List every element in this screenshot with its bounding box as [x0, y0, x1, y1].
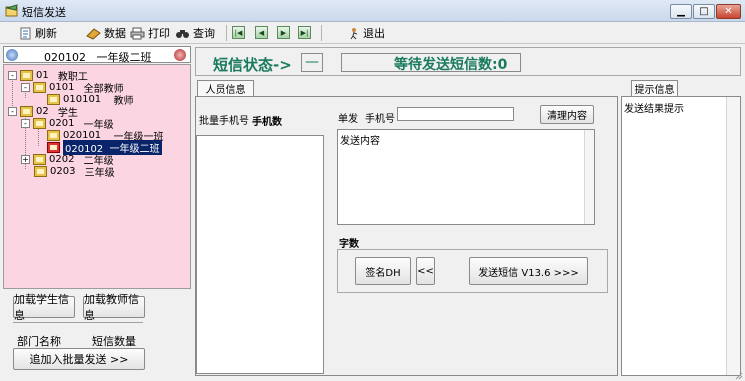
- hint-panel: [621, 96, 741, 376]
- folder-icon: [34, 165, 47, 177]
- selected-class: 020102 一年级二班: [44, 49, 152, 65]
- pending-count: 等待发送短信数:0: [394, 57, 508, 73]
- phone-number-label: 手机号: [365, 114, 395, 125]
- node-code: 02: [36, 105, 49, 117]
- data-label: 数据: [104, 27, 126, 40]
- maximize-icon: □: [699, 5, 709, 17]
- collapse-icon[interactable]: -: [21, 118, 30, 128]
- batch-phone-list[interactable]: [196, 135, 324, 374]
- tree-node[interactable]: - 01 教职工: [8, 69, 88, 83]
- resize-grip-icon[interactable]: [733, 370, 743, 380]
- exit-icon: [350, 27, 358, 39]
- class-selector[interactable]: 020102 一年级二班: [3, 46, 191, 65]
- nav-prev-button[interactable]: ◀: [255, 26, 268, 39]
- signature-button[interactable]: 签名DH: [355, 257, 411, 285]
- class-code: 020102: [44, 51, 86, 64]
- minimize-button[interactable]: ▁: [670, 4, 692, 19]
- query-button[interactable]: 查询: [175, 25, 215, 41]
- dept-name-header: 部门名称: [17, 335, 61, 348]
- sms-status-value: —: [301, 53, 323, 72]
- back-button[interactable]: <<: [416, 257, 435, 285]
- node-name: 教师: [113, 95, 134, 107]
- send-sms-button[interactable]: 发送短信 V13.6 >>>: [469, 257, 588, 285]
- prev-record-icon: ◀: [258, 28, 265, 37]
- phone-count-label: 手机数: [252, 117, 282, 128]
- folder-icon: [47, 129, 60, 141]
- folder-icon: [33, 117, 46, 129]
- print-label: 打印: [148, 27, 170, 40]
- node-code: 0203: [50, 165, 76, 177]
- divider: [13, 322, 143, 323]
- data-icon: [86, 27, 101, 40]
- expand-icon[interactable]: +: [21, 154, 30, 164]
- data-button[interactable]: 数据: [86, 25, 126, 41]
- folder-icon: [33, 153, 46, 165]
- org-tree: - 01 教职工 - 0101 全部教师 010101 教师 - 02 学生 -…: [3, 64, 191, 289]
- app-icon: [5, 4, 18, 17]
- toolbar-separator: [321, 25, 322, 41]
- printer-icon: [130, 27, 145, 39]
- first-record-icon: |◀: [234, 28, 243, 37]
- add-to-batch-button[interactable]: 追加入批量发送 >>: [13, 348, 145, 370]
- content-scrollbar[interactable]: [584, 130, 594, 224]
- tree-node[interactable]: - 02 学生: [8, 105, 78, 119]
- print-button[interactable]: 打印: [130, 25, 170, 41]
- single-send-label: 单发: [338, 114, 358, 125]
- nav-last-button[interactable]: ▶|: [298, 26, 311, 39]
- binoculars-icon: [176, 29, 189, 38]
- tab-people-info[interactable]: 人员信息: [197, 80, 254, 96]
- class-icon: [6, 49, 18, 61]
- clear-content-button[interactable]: 清理内容: [540, 105, 594, 124]
- node-code: 0201: [49, 117, 75, 129]
- node-code: 0202: [49, 153, 75, 165]
- send-result-hint: 发送结果提示: [624, 104, 684, 115]
- selected-folder-icon: [47, 141, 60, 153]
- query-label: 查询: [193, 27, 215, 40]
- message-content-text: 发送内容: [340, 136, 380, 147]
- folder-icon: [33, 81, 46, 93]
- collapse-icon[interactable]: -: [8, 70, 17, 80]
- title-bar: 短信发送 ▁ □ ✕: [0, 0, 745, 22]
- hint-scrollbar[interactable]: [726, 97, 740, 375]
- tab-hint-info[interactable]: 提示信息: [631, 80, 678, 96]
- exit-label: 退出: [363, 27, 385, 40]
- batch-phone-label: 批量手机号: [199, 116, 249, 127]
- sms-status-label: 短信状态->: [213, 56, 292, 74]
- node-name: 一年级二班: [109, 143, 160, 155]
- last-record-icon: ▶|: [300, 28, 309, 37]
- toolbar: 刷新 数据 打印 查询 |◀ ◀ ▶ ▶| 退出: [0, 22, 745, 44]
- node-code: 0101: [49, 81, 75, 93]
- clear-class-icon[interactable]: [174, 49, 186, 61]
- refresh-button[interactable]: 刷新: [20, 25, 57, 41]
- minimize-icon: ▁: [677, 5, 685, 17]
- node-name: 三年级: [84, 167, 115, 179]
- refresh-icon: [20, 27, 31, 39]
- toolbar-separator: [226, 25, 227, 41]
- maximize-button[interactable]: □: [693, 4, 715, 19]
- refresh-label: 刷新: [35, 27, 57, 40]
- window-title: 短信发送: [22, 6, 66, 19]
- folder-icon: [20, 69, 33, 81]
- nav-next-button[interactable]: ▶: [277, 26, 290, 39]
- nav-first-button[interactable]: |◀: [232, 26, 245, 39]
- collapse-icon[interactable]: -: [21, 82, 30, 92]
- tree-node[interactable]: - 0201 一年级: [21, 117, 114, 131]
- tree-node[interactable]: - 0101 全部教师: [21, 81, 124, 95]
- close-button[interactable]: ✕: [716, 4, 741, 19]
- close-icon: ✕: [724, 5, 733, 17]
- sms-count-header: 短信数量: [92, 335, 136, 348]
- load-students-button[interactable]: 加载学生信息: [13, 293, 75, 322]
- word-count-label: 字数: [339, 239, 359, 250]
- load-teachers-button[interactable]: 加载教师信息: [83, 293, 145, 322]
- collapse-icon[interactable]: -: [8, 106, 17, 116]
- class-name: 一年级二班: [96, 51, 152, 64]
- status-panel: 短信状态-> — 等待发送短信数:0: [195, 47, 741, 76]
- node-code: 01: [36, 69, 49, 81]
- exit-button[interactable]: 退出: [348, 25, 385, 41]
- tree-node[interactable]: 0203 三年级: [34, 165, 115, 179]
- folder-icon: [20, 105, 33, 117]
- phone-number-input[interactable]: [397, 107, 514, 121]
- next-record-icon: ▶: [280, 28, 287, 37]
- message-content-textarea[interactable]: 发送内容: [337, 129, 595, 225]
